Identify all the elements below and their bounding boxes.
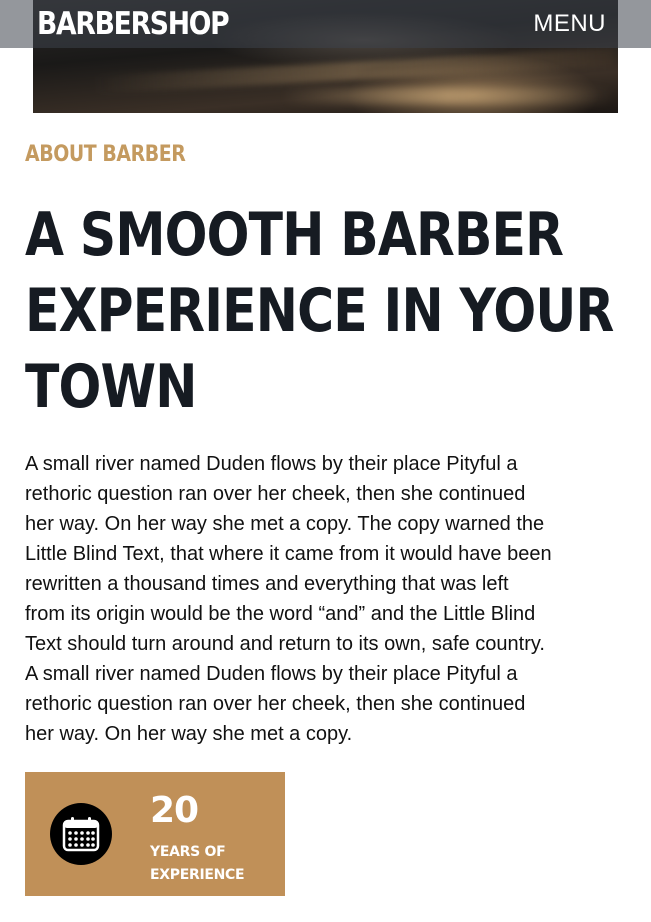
section-subheading: ABOUT BARBER bbox=[25, 142, 186, 167]
paragraph-line: A small river named Duden flows by their… bbox=[25, 453, 518, 475]
heading-line: TOWN bbox=[25, 352, 197, 422]
paragraph-line: rethoric question ran over her cheek, th… bbox=[25, 693, 526, 715]
paragraph-line: her way. On her way she met a copy. bbox=[25, 723, 353, 745]
menu-button[interactable]: MENU bbox=[533, 10, 606, 38]
paragraph-line: from its origin would be the word “and” … bbox=[25, 603, 536, 625]
heading-line: EXPERIENCE IN YOUR bbox=[25, 276, 614, 346]
paragraph-line: rewritten a thousand times and everythin… bbox=[25, 573, 509, 595]
navbar: BARBERSHOP MENU bbox=[0, 0, 651, 48]
hero-image-glow bbox=[283, 88, 613, 104]
paragraph-line: Text should turn around and return to it… bbox=[25, 633, 545, 655]
paragraph-line: A small river named Duden flows by their… bbox=[25, 663, 518, 685]
stat-label-line: EXPERIENCE bbox=[150, 867, 245, 883]
paragraph-line: rethoric question ran over her cheek, th… bbox=[25, 483, 526, 505]
brand-logo[interactable]: BARBERSHOP bbox=[37, 6, 230, 42]
calendar-icon bbox=[50, 803, 112, 865]
about-paragraph: A small river named Duden flows by their… bbox=[25, 449, 625, 749]
stat-label-line: YEARS OF bbox=[150, 844, 226, 860]
section-heading: A SMOOTH BARBER EXPERIENCE IN YOUR TOWN bbox=[25, 197, 614, 425]
stat-number: 20 bbox=[150, 790, 199, 831]
experience-stat-card: 20 YEARS OF EXPERIENCE bbox=[25, 772, 285, 896]
heading-line: A SMOOTH BARBER bbox=[25, 200, 564, 270]
paragraph-line: her way. On her way she met a copy. The … bbox=[25, 513, 545, 535]
paragraph-line: Little Blind Text, that where it came fr… bbox=[25, 543, 552, 565]
stat-label: YEARS OF EXPERIENCE bbox=[150, 841, 245, 887]
hero-image-highlight bbox=[92, 48, 614, 94]
